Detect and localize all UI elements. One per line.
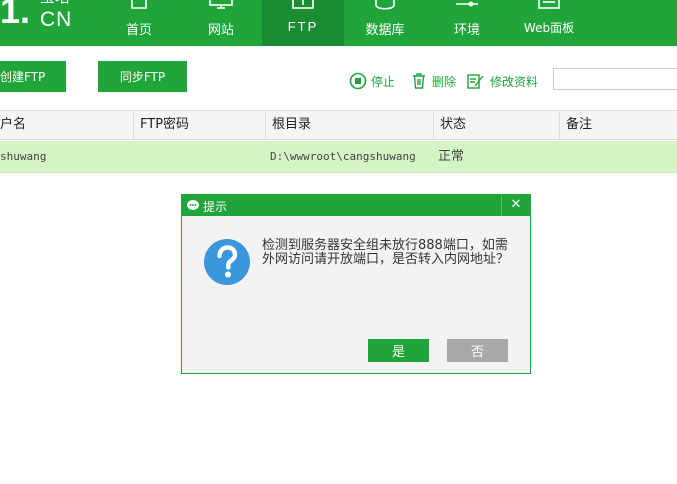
cell-username: shuwang bbox=[0, 150, 47, 163]
nav-label: Web面板 bbox=[523, 21, 575, 35]
trash-icon bbox=[413, 73, 425, 89]
sliders-icon bbox=[456, 1, 478, 7]
yes-button[interactable]: 是 bbox=[368, 339, 429, 362]
logo[interactable]: 1. 宝塔 CN bbox=[0, 0, 110, 46]
edit-info-button[interactable]: 修改资料 bbox=[466, 71, 538, 91]
question-icon bbox=[204, 239, 250, 285]
nav-item-home[interactable]: 首页 bbox=[98, 0, 180, 46]
table-header: 户名 FTP密码 根目录 状态 备注 bbox=[0, 110, 677, 140]
edit-label: 修改资料 bbox=[490, 74, 539, 89]
dialog-message: 检测到服务器安全组未放行888端口，如需外网访问请开放端口，是否转入内网地址？ bbox=[262, 238, 510, 267]
nav-item-web-panel[interactable]: Web面板 bbox=[508, 0, 590, 46]
dialog-title: 提示 bbox=[203, 200, 228, 214]
column-header-root[interactable]: 根目录 bbox=[265, 111, 432, 139]
column-header-status[interactable]: 状态 bbox=[433, 111, 558, 139]
cell-status[interactable]: 正常 bbox=[438, 141, 464, 173]
column-header-username[interactable]: 户名 bbox=[0, 111, 128, 139]
close-icon[interactable]: ✕ bbox=[501, 195, 530, 216]
database-icon bbox=[375, 0, 395, 10]
logo-han: 宝塔 bbox=[40, 0, 70, 7]
panel-icon bbox=[538, 0, 560, 9]
nav-item-website[interactable]: 网站 bbox=[180, 0, 262, 46]
nav-item-environment[interactable]: 环境 bbox=[426, 0, 508, 46]
nav-label: 首页 bbox=[125, 23, 152, 38]
prompt-dialog: 提示 ✕ 检测到服务器安全组未放行888端口，如需外网访问请开放端口，是否转入内… bbox=[181, 194, 531, 374]
home-icon bbox=[131, 0, 147, 9]
nav-item-database[interactable]: 数据库 bbox=[344, 0, 426, 46]
nav-label: 数据库 bbox=[365, 23, 405, 38]
no-button[interactable]: 否 bbox=[447, 339, 508, 362]
monitor-icon bbox=[209, 0, 233, 9]
column-header-note[interactable]: 备注 bbox=[559, 111, 676, 139]
nav-item-ftp[interactable]: FTP bbox=[262, 0, 344, 46]
logo-mark: 1. bbox=[0, 0, 31, 31]
edit-icon bbox=[467, 74, 484, 89]
ftp-icon bbox=[292, 0, 314, 9]
cell-root-path[interactable]: D:\wwwroot\cangshuwang bbox=[270, 141, 416, 173]
delete-label: 删除 bbox=[432, 74, 457, 89]
nav-label: FTP bbox=[287, 19, 319, 34]
column-header-password[interactable]: FTP密码 bbox=[133, 111, 264, 139]
table-row[interactable]: shuwang D:\wwwroot\cangshuwang 正常 bbox=[0, 141, 677, 173]
stop-button[interactable]: 停止 bbox=[349, 71, 395, 91]
top-nav-bar: 1. 宝塔 CN 首页 网站 FTP 数据库 环境 Web面板 bbox=[0, 0, 677, 46]
dialog-title-bar: 提示 ✕ bbox=[182, 195, 530, 216]
stop-icon bbox=[349, 72, 367, 90]
main-nav: 首页 网站 FTP 数据库 环境 Web面板 bbox=[98, 0, 590, 46]
stop-label: 停止 bbox=[371, 74, 396, 89]
create-ftp-button[interactable]: 创建FTP bbox=[0, 61, 66, 92]
chat-bubble-icon bbox=[187, 200, 199, 210]
delete-button[interactable]: 删除 bbox=[410, 71, 456, 91]
sync-ftp-button[interactable]: 同步FTP bbox=[98, 61, 187, 92]
nav-label: 网站 bbox=[207, 23, 234, 38]
search-input[interactable] bbox=[553, 68, 677, 90]
logo-text: CN bbox=[40, 8, 73, 31]
nav-label: 环境 bbox=[453, 23, 480, 38]
